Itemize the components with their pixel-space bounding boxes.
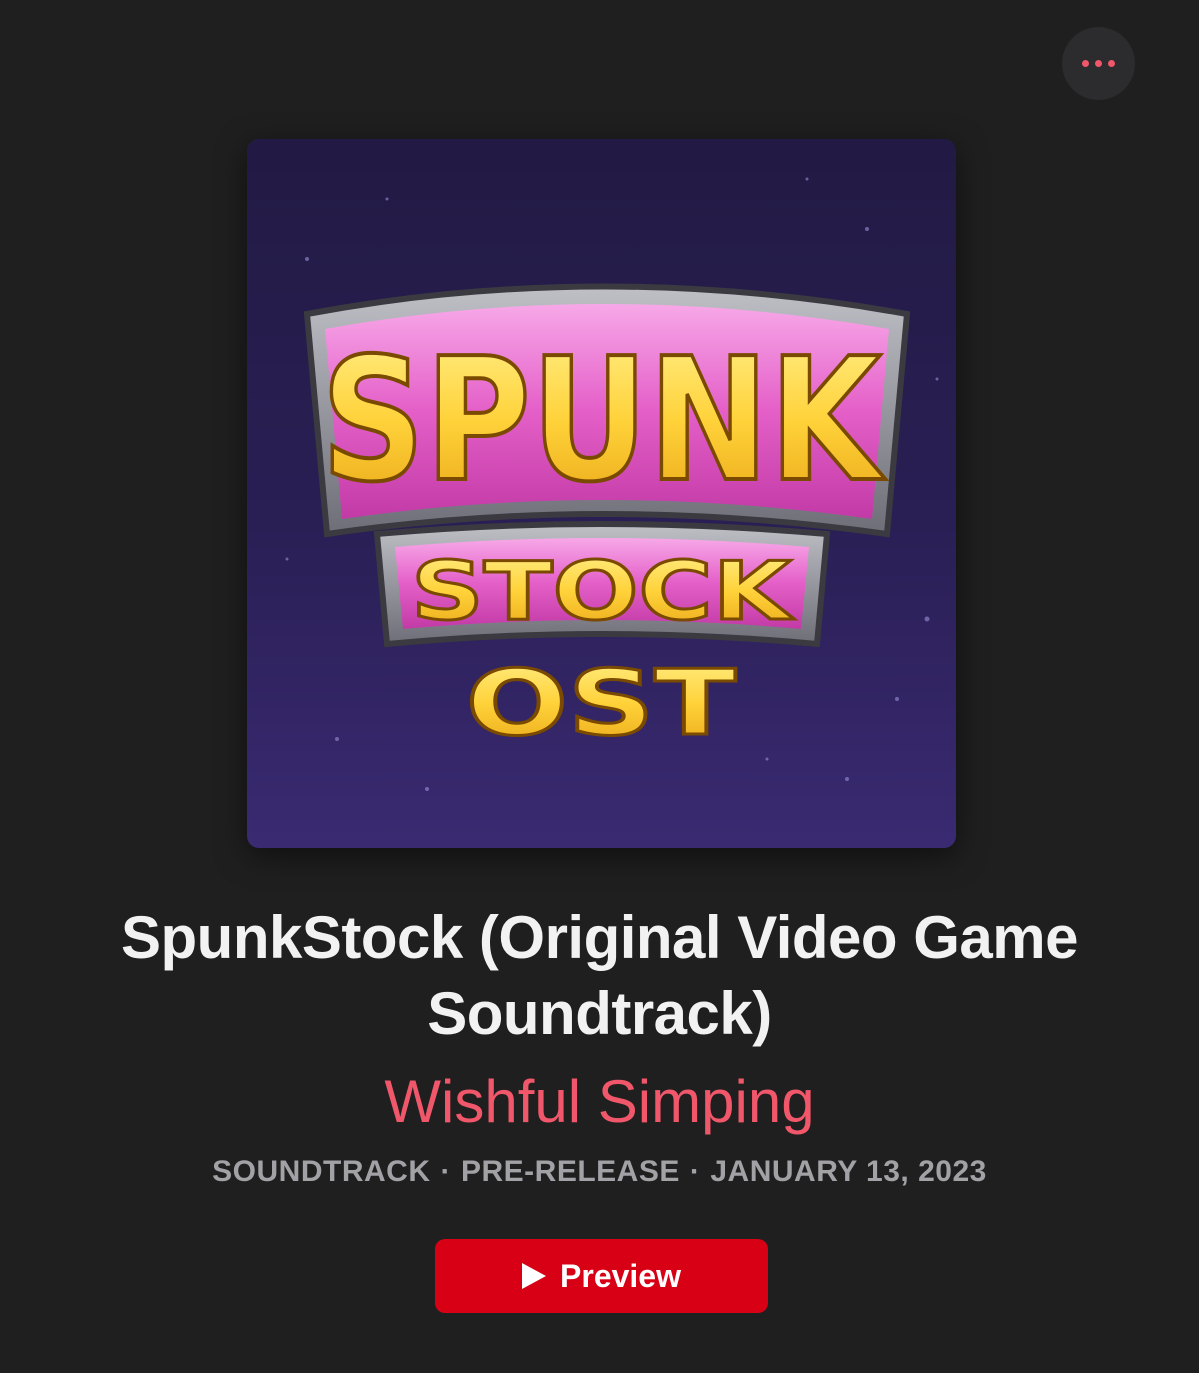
preview-button[interactable]: Preview	[435, 1239, 768, 1313]
release-type-label: PRE-RELEASE	[460, 1155, 680, 1188]
album-title: SpunkStock (Original Video Game Soundtra…	[121, 904, 1078, 1047]
album-page: SPUNK STOCK OST SpunkStock (Original Vid…	[0, 0, 1199, 1373]
ellipsis-icon	[1095, 60, 1102, 67]
ellipsis-icon	[1108, 60, 1115, 67]
genre-label: SOUNDTRACK	[212, 1155, 431, 1188]
album-metadata: SOUNDTRACK · PRE-RELEASE · JANUARY 13, 2023	[40, 1152, 1159, 1192]
artwork-title-line1: SPUNK	[321, 322, 885, 520]
artist-link[interactable]: Wishful Simping	[40, 1064, 1159, 1140]
artwork-title-line3: OST	[466, 651, 736, 756]
meta-separator: ·	[440, 1155, 451, 1188]
more-options-button[interactable]	[1062, 27, 1135, 100]
meta-separator: ·	[689, 1155, 701, 1188]
play-icon	[522, 1263, 547, 1289]
release-date-label: JANUARY 13, 2023	[710, 1155, 987, 1188]
preview-label: Preview	[560, 1257, 681, 1294]
artwork-title-line2: STOCK	[411, 545, 795, 638]
ellipsis-icon	[1082, 60, 1089, 67]
album-artwork: SPUNK STOCK OST	[247, 139, 956, 848]
